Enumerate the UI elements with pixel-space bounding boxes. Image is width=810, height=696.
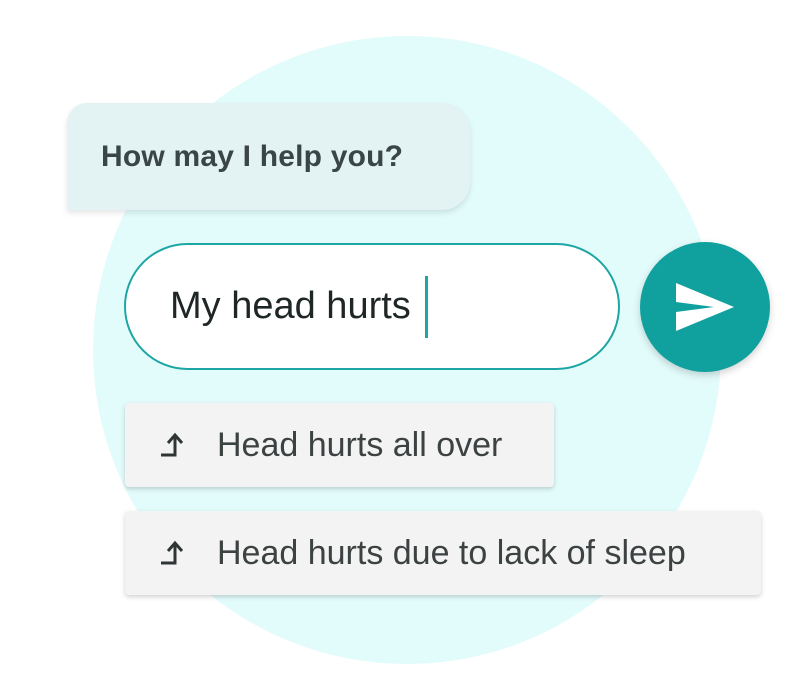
suggestion-label: Head hurts due to lack of sleep bbox=[217, 533, 686, 572]
send-button[interactable] bbox=[640, 242, 770, 372]
arrow-turn-up-icon bbox=[159, 431, 187, 459]
suggestion-chip[interactable]: Head hurts due to lack of sleep bbox=[125, 511, 761, 595]
chat-illustration: How may I help you? My head hurts Head h… bbox=[0, 0, 810, 696]
message-input-value: My head hurts bbox=[170, 285, 411, 327]
text-caret bbox=[424, 275, 428, 338]
send-icon bbox=[676, 283, 734, 331]
suggestion-chip[interactable]: Head hurts all over bbox=[125, 403, 554, 487]
message-input[interactable]: My head hurts bbox=[124, 243, 620, 370]
arrow-turn-up-icon bbox=[159, 539, 187, 567]
suggestion-label: Head hurts all over bbox=[217, 425, 503, 464]
bot-message-text: How may I help you? bbox=[101, 139, 404, 173]
bot-message-bubble: How may I help you? bbox=[67, 103, 470, 210]
